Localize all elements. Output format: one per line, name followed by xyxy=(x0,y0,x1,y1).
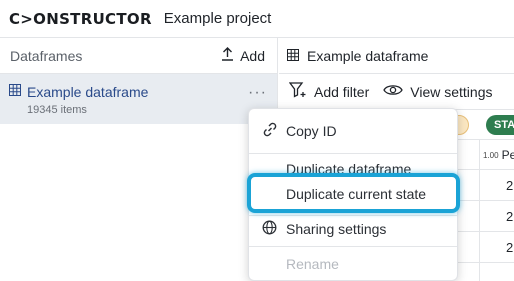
column-header[interactable]: 1.00 Pe xyxy=(483,140,514,170)
eye-icon xyxy=(383,83,403,100)
view-settings-label: View settings xyxy=(410,83,493,100)
app-logo[interactable]: C>ONSTRUCTOR xyxy=(9,10,152,28)
menu-item-label: Rename xyxy=(286,256,339,272)
menu-item-label: Duplicate current state xyxy=(286,186,427,202)
add-label: Add xyxy=(240,47,265,64)
link-icon xyxy=(262,122,278,141)
menu-item-label: Sharing settings xyxy=(286,221,387,237)
globe-icon xyxy=(262,220,277,238)
menu-item-rename: Rename xyxy=(249,251,457,277)
view-settings-button[interactable]: View settings xyxy=(383,83,492,100)
toolbar: Add filter View settings xyxy=(279,74,514,110)
dataframe-name: Example dataframe xyxy=(27,84,149,100)
filter-icon xyxy=(288,82,307,101)
sidebar: Dataframes Add Example dataframe 19345 i… xyxy=(0,38,278,281)
column-type-label: 1.00 xyxy=(483,150,499,160)
menu-item-label: Duplicate dataframe xyxy=(286,161,412,177)
add-filter-button[interactable]: Add filter xyxy=(288,82,370,101)
menu-item-duplicate-current-state[interactable]: Duplicate current state xyxy=(249,179,457,209)
add-dataframe-button[interactable]: Add xyxy=(221,47,265,64)
table-icon xyxy=(9,83,21,101)
project-name[interactable]: Example project xyxy=(164,10,272,27)
table-cell: 2 xyxy=(506,209,514,224)
table-cell: 2 xyxy=(506,240,514,255)
table-cell: 2 xyxy=(506,178,514,193)
menu-divider xyxy=(249,246,457,247)
table-icon xyxy=(287,48,299,64)
sidebar-item-dataframe[interactable]: Example dataframe 19345 items ··· xyxy=(0,74,277,124)
column-name: Pe xyxy=(501,148,514,162)
status-badge[interactable]: STAT xyxy=(486,115,514,135)
main-header: Example dataframe xyxy=(279,38,514,74)
menu-item-label: Copy ID xyxy=(286,123,337,139)
sidebar-header: Dataframes Add xyxy=(0,38,277,74)
menu-item-copy-id[interactable]: Copy ID xyxy=(249,109,457,153)
top-bar: C>ONSTRUCTOR Example project xyxy=(0,0,514,38)
dataframe-item-count: 19345 items xyxy=(27,104,87,116)
menu-item-sharing-settings[interactable]: Sharing settings xyxy=(249,216,457,242)
more-options-icon[interactable]: ··· xyxy=(248,84,267,102)
dataframe-tab[interactable]: Example dataframe xyxy=(307,48,428,64)
context-menu: Copy ID Duplicate dataframe Duplicate cu… xyxy=(248,108,458,281)
sidebar-title: Dataframes xyxy=(10,47,83,64)
upload-icon xyxy=(221,47,234,64)
add-filter-label: Add filter xyxy=(314,83,370,100)
